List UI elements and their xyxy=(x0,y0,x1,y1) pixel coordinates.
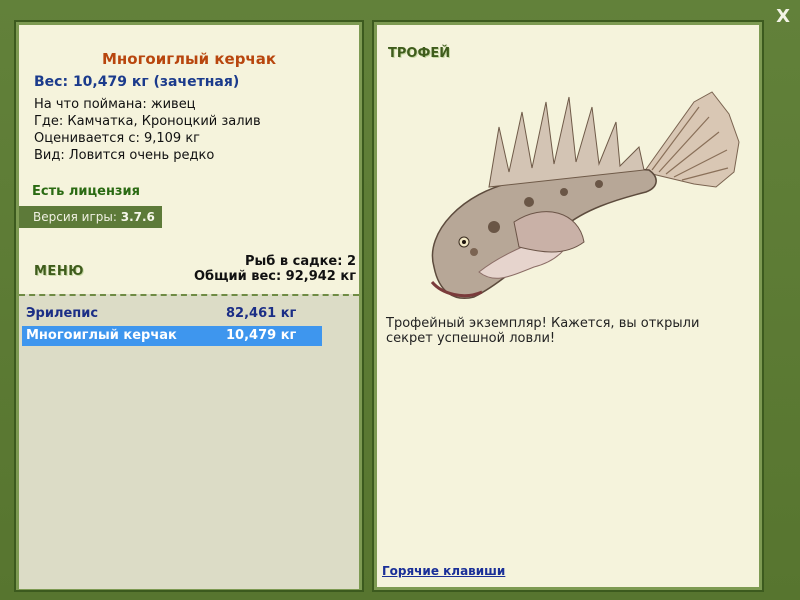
trophy-panel: ТРОФЕЙ Трофейный экземпляр! Кажется, вы … xyxy=(372,20,764,592)
menu-button[interactable]: МЕНЮ xyxy=(34,264,84,279)
fish-image xyxy=(430,91,740,299)
catch-info-panel: Многоиглый керчак Вес: 10,479 кг (зачетн… xyxy=(14,20,364,592)
catch-summary: Рыб в садке: 2 Общий вес: 92,942 кг xyxy=(194,254,356,284)
catch-list: Эрилепис 82,461 кг Многоиглый керчак 10,… xyxy=(19,294,359,589)
close-button[interactable]: X xyxy=(776,6,790,27)
hotkeys-link[interactable]: Горячие клавиши xyxy=(382,564,505,578)
total-weight: Общий вес: 92,942 кг xyxy=(193,269,356,284)
fish-name: Многоиглый керчак xyxy=(101,50,277,68)
version-label: Версия игры: xyxy=(33,210,117,224)
fish-details: На что поймана: живец Где: Камчатка, Кро… xyxy=(34,96,261,164)
fish-count: Рыб в садке: 2 xyxy=(244,254,356,269)
license-status: Есть лицензия xyxy=(32,184,140,199)
list-item-name: Многоиглый керчак xyxy=(26,328,177,343)
list-item-weight: 82,461 кг xyxy=(226,306,297,321)
version-bar: Версия игры: 3.7.6 xyxy=(19,206,162,228)
version-value: 3.7.6 xyxy=(120,210,155,224)
detail-min-weight: Оценивается с: 9,109 кг xyxy=(34,131,201,146)
detail-bait: На что поймана: живец xyxy=(34,97,196,112)
list-item[interactable]: Эрилепис 82,461 кг xyxy=(22,304,322,324)
list-item-weight: 10,479 кг xyxy=(226,328,297,343)
list-item-name: Эрилепис xyxy=(26,306,99,321)
fish-weight: Вес: 10,479 кг (зачетная) xyxy=(34,74,240,90)
detail-location: Где: Камчатка, Кроноцкий залив xyxy=(34,114,261,129)
trophy-description: Трофейный экземпляр! Кажется, вы открыли… xyxy=(386,316,700,346)
list-item-selected[interactable]: Многоиглый керчак 10,479 кг xyxy=(22,326,322,346)
detail-rarity: Вид: Ловится очень редко xyxy=(34,148,215,163)
